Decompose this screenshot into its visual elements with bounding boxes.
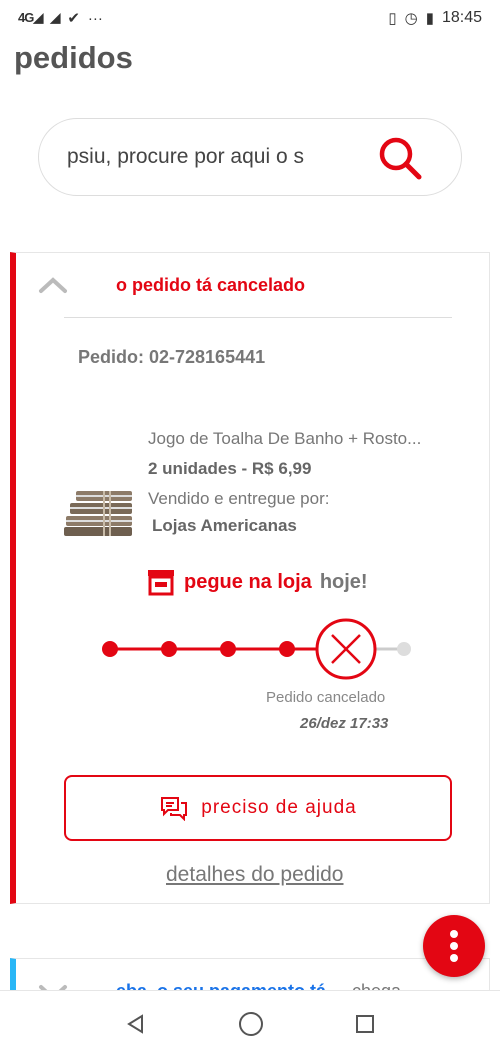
timeline-step-2 [161, 641, 177, 657]
timeline-date: 26/dez 17:33 [300, 715, 389, 732]
pickup-label: pegue na loja [184, 570, 312, 593]
chat-icon [161, 797, 188, 821]
page-title: pedidos [14, 40, 133, 75]
search-bar[interactable] [38, 118, 462, 196]
more-notifications-icon: ··· [87, 9, 103, 27]
product-image[interactable] [64, 489, 134, 537]
product-quantity-price: 2 unidades - R$ 6,99 [148, 459, 312, 478]
home-icon[interactable] [237, 1010, 265, 1038]
help-button-label: preciso de ajuda [201, 797, 357, 818]
back-icon[interactable] [124, 1012, 148, 1036]
search-input[interactable] [67, 145, 317, 169]
navigation-bar [0, 990, 500, 1056]
battery-icon: ▮ [425, 10, 434, 27]
more-options-button[interactable] [423, 915, 485, 977]
pickup-in-store: pegue na loja hoje! [146, 567, 368, 597]
pickup-when: hoje! [319, 570, 368, 593]
vibrate-icon: ▯ [388, 10, 397, 27]
seller-label: Vendido e entregue por: [148, 489, 330, 508]
store-icon [148, 570, 174, 596]
status-bar: 4G◢ ◢ ✔ ··· ▯ ◷ ▮ 18:45 [0, 0, 500, 36]
timeline-step-3 [220, 641, 236, 657]
product-name[interactable]: Jogo de Toalha De Banho + Rosto... [148, 429, 421, 449]
order-card: o pedido tá cancelado Pedido: 02-7281654… [10, 252, 490, 904]
chevron-up-icon[interactable] [38, 275, 68, 295]
timeline-step-1 [102, 641, 118, 657]
search-icon[interactable] [377, 135, 423, 181]
order-timeline [102, 618, 411, 680]
signal-off-icon: ◢ [50, 10, 60, 25]
order-status: o pedido tá cancelado [116, 275, 306, 295]
timeline-step-4 [279, 641, 295, 657]
order-number: Pedido: 02-728165441 [78, 347, 266, 367]
order-details-link[interactable]: detalhes do pedido [166, 863, 344, 887]
recents-icon[interactable] [354, 1013, 376, 1035]
more-vertical-icon [450, 930, 458, 962]
signal-icon: 4G◢ [18, 10, 43, 25]
download-done-icon: ✔ [67, 10, 80, 27]
seller-name: Lojas Americanas [152, 516, 297, 535]
status-time: 18:45 [441, 9, 482, 26]
alarm-icon: ◷ [404, 10, 418, 27]
timeline-step-6 [397, 642, 411, 656]
help-button[interactable]: preciso de ajuda [64, 775, 452, 841]
divider [64, 317, 452, 318]
timeline-status: Pedido cancelado [266, 689, 386, 706]
